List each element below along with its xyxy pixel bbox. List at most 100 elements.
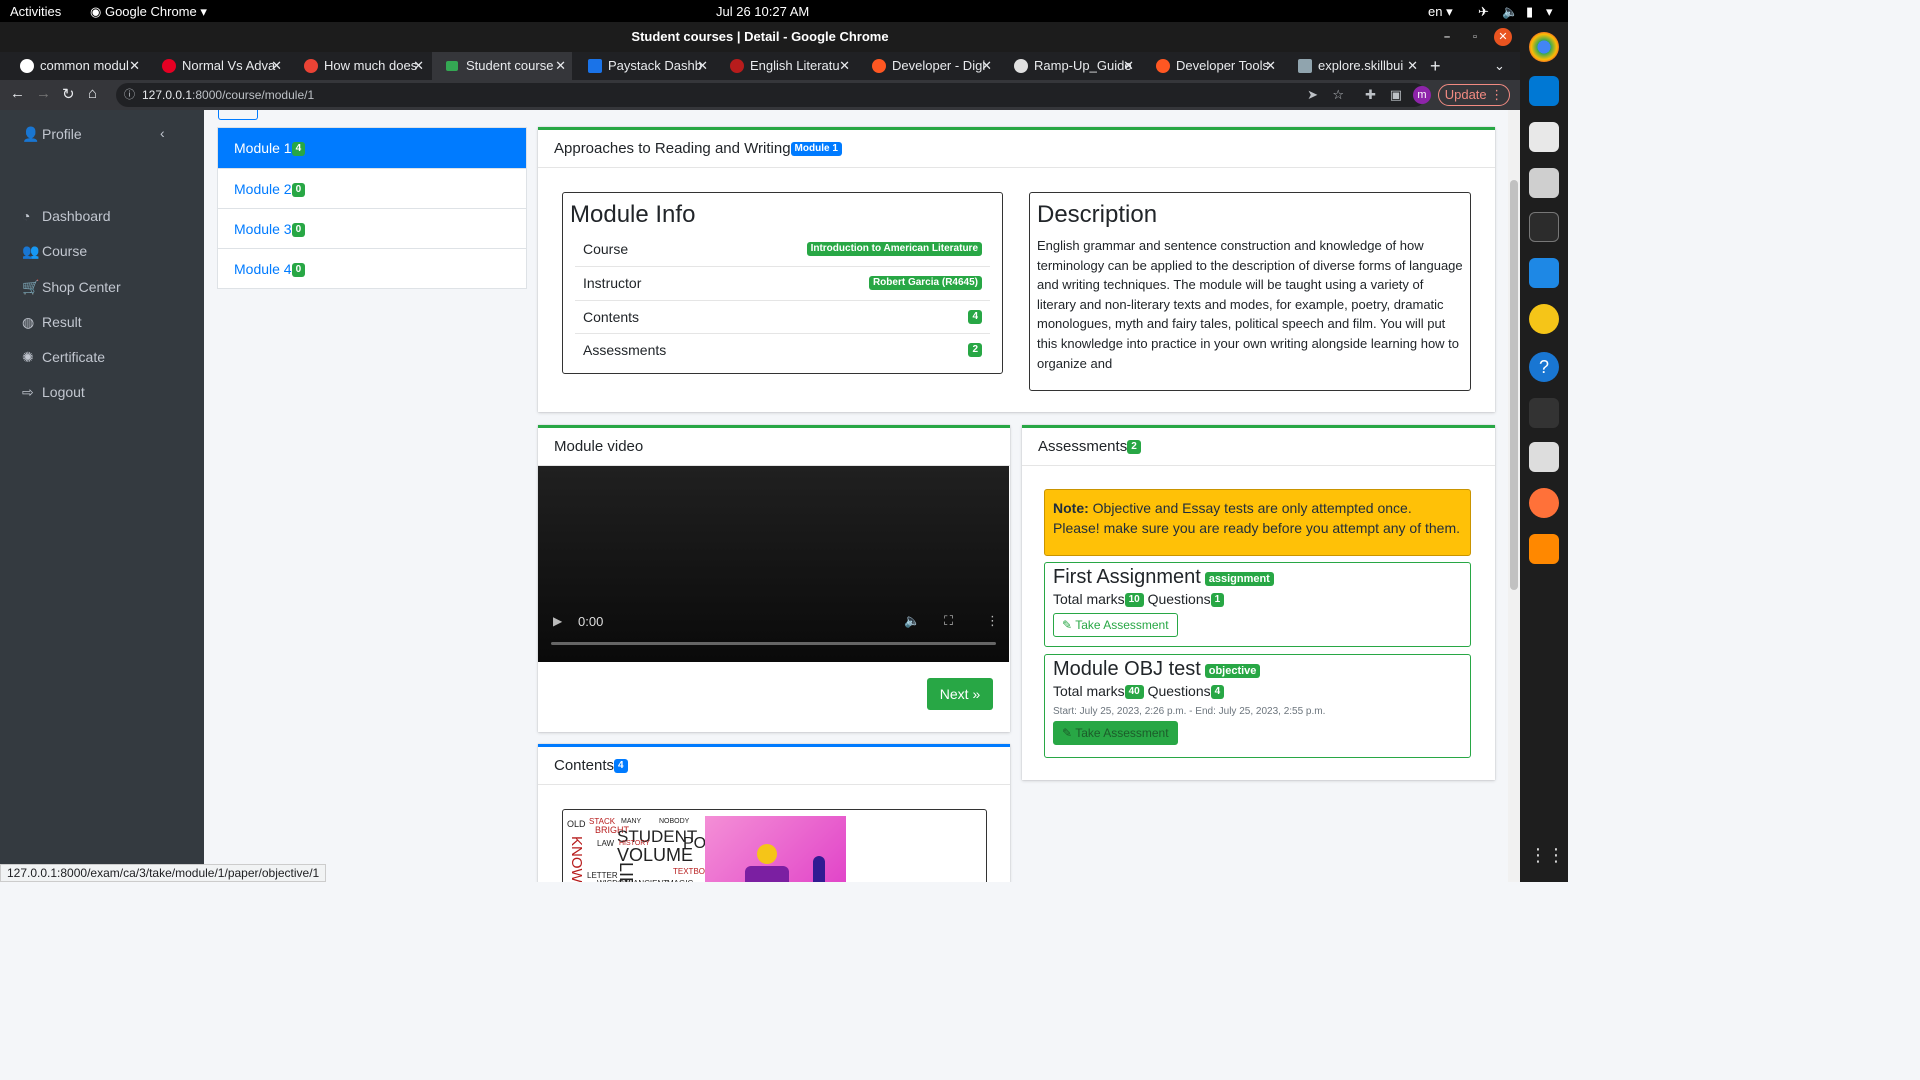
chrome-icon[interactable] <box>1529 32 1559 62</box>
tab-close-icon[interactable]: ✕ <box>697 52 708 80</box>
questions-badge: 1 <box>1210 593 1225 608</box>
system-menu-icon[interactable]: ▾ <box>1546 4 1553 20</box>
tab-close-icon[interactable]: ✕ <box>271 52 282 80</box>
back-button-fragment[interactable] <box>218 110 258 120</box>
tab-close-icon[interactable]: ✕ <box>981 52 992 80</box>
browser-tab[interactable]: explore.skillbui ✕ <box>1284 52 1424 80</box>
tab-close-icon[interactable]: ✕ <box>555 52 566 80</box>
edit-icon: ✎ <box>1062 726 1073 741</box>
tab-close-icon[interactable]: ✕ <box>1407 52 1418 80</box>
video-player[interactable]: ▶ 0:00 🔈 ⛶ ⋮ <box>538 466 1009 662</box>
mute-icon[interactable]: 🔈 <box>904 613 920 629</box>
next-button[interactable]: Next » <box>927 678 993 710</box>
contents-header: Contents 4 <box>538 747 1010 785</box>
back-icon[interactable]: ← <box>10 85 25 102</box>
terminal-icon[interactable] <box>1529 212 1559 242</box>
tab-close-icon[interactable]: ✕ <box>839 52 850 80</box>
sidebar-item-certificate[interactable]: ✺ Certificate <box>22 346 105 368</box>
browser-tab[interactable]: Normal Vs Adva ✕ <box>148 52 288 80</box>
play-icon[interactable]: ▶ <box>553 614 562 628</box>
sidebar-item-result[interactable]: ◍ Result <box>22 311 82 333</box>
browser-tab[interactable]: English Literatu ✕ <box>716 52 856 80</box>
info-row-assessments: Assessments 2 <box>575 333 990 366</box>
firefox-icon[interactable] <box>1529 488 1559 518</box>
tab-close-icon[interactable]: ✕ <box>413 52 424 80</box>
tab-search-icon[interactable]: ⌄ <box>1490 52 1514 80</box>
sidebar-item-logout[interactable]: ⇨ Logout <box>22 381 85 403</box>
book-icon[interactable] <box>1529 442 1559 472</box>
activities-button[interactable]: Activities <box>10 4 61 19</box>
writer-icon[interactable] <box>1529 258 1559 288</box>
side-panel-icon[interactable]: ▣ <box>1390 83 1402 107</box>
browser-tab[interactable]: common modul ✕ <box>6 52 146 80</box>
wordcloud-word: KNOWLEDGE <box>568 836 585 882</box>
penguin-icon[interactable] <box>1529 398 1559 428</box>
browser-tab[interactable]: Developer - Digi ✕ <box>858 52 998 80</box>
assessments-card: Assessments 2 Note: Objective and Essay t… <box>1022 425 1495 780</box>
reading-illustration-image[interactable] <box>705 816 846 882</box>
new-tab-icon[interactable]: + <box>1424 52 1454 80</box>
wordcloud-word: ANCIENT <box>633 880 668 883</box>
files-icon[interactable] <box>1529 168 1559 198</box>
browser-tab[interactable]: Developer Tools ✕ <box>1142 52 1282 80</box>
browser-tab[interactable]: Paystack Dashb ✕ <box>574 52 714 80</box>
illustration-figure <box>745 866 789 882</box>
page-scrollbar[interactable] <box>1508 110 1520 882</box>
profile-avatar[interactable]: m <box>1413 86 1431 104</box>
vscode-icon[interactable] <box>1529 76 1559 106</box>
browser-tab[interactable]: Ramp-Up_Guide ✕ <box>1000 52 1140 80</box>
collapse-chevron-icon[interactable]: ‹ <box>160 125 165 141</box>
module-item-2[interactable]: Module 20 <box>218 168 526 208</box>
library-wordcloud-image[interactable]: STACK MANY NOBODY BRIGHT STUDENT LAW HISTORY VO… <box>567 816 705 882</box>
forward-icon[interactable]: → <box>36 85 51 102</box>
module-count-badge: 0 <box>291 183 306 198</box>
sidebar-item-shop-center[interactable]: 🛒 Shop Center <box>22 276 121 298</box>
favicon-icon <box>20 59 34 73</box>
sidebar-item-profile[interactable]: 👤 Profile <box>22 123 82 145</box>
calendar-icon[interactable] <box>1529 122 1559 152</box>
show-apps-icon[interactable]: ⋮⋮ <box>1529 840 1565 870</box>
browser-toolbar: ← → ↻ ⌂ ⓘ 127.0.0.1:8000/course/module/1… <box>0 80 1520 110</box>
app-sidebar: 👤 Profile ‹ ◔ Dashboard 👥 Course 🛒 Shop Cent… <box>0 110 204 882</box>
home-icon[interactable]: ⌂ <box>88 85 97 102</box>
browser-tab-active[interactable]: Student course ✕ <box>432 52 572 80</box>
module-item-4[interactable]: Module 40 <box>218 248 526 288</box>
video-progress-bar[interactable] <box>551 642 996 645</box>
take-assessment-button[interactable]: ✎ Take Assessment <box>1053 613 1178 638</box>
tab-close-icon[interactable]: ✕ <box>1123 52 1134 80</box>
module-info-box: Module Info Course Introduction to Americ… <box>562 192 1003 374</box>
language-indicator[interactable]: en ▾ <box>1428 4 1453 20</box>
fullscreen-icon[interactable]: ⛶ <box>944 613 953 629</box>
app-menu[interactable]: ◉ Google Chrome ▾ <box>90 4 207 20</box>
site-info-icon[interactable]: ⓘ <box>124 83 135 107</box>
wordcloud-word: WISDOM <box>597 880 631 883</box>
tab-close-icon[interactable]: ✕ <box>129 52 140 80</box>
help-icon[interactable]: ? <box>1529 352 1559 382</box>
rhythmbox-icon[interactable] <box>1529 304 1559 334</box>
description-heading: Description <box>1037 201 1158 228</box>
clock[interactable]: Jul 26 10:27 AM <box>716 4 809 19</box>
update-button[interactable]: Update ⋮ <box>1438 84 1510 106</box>
main-content: Module 14 Module 20 Module 30 Module 40 … <box>204 110 1508 882</box>
video-time: 0:00 <box>578 614 604 629</box>
send-icon[interactable]: ➤ <box>1307 83 1318 107</box>
sidebar-item-course[interactable]: 👥 Course <box>22 240 87 262</box>
more-options-icon[interactable]: ⋮ <box>986 613 999 629</box>
close-icon[interactable]: ✕ <box>1494 28 1512 46</box>
sidebar-item-dashboard[interactable]: ◔ Dashboard <box>22 205 111 227</box>
tab-close-icon[interactable]: ✕ <box>1265 52 1276 80</box>
scrollbar-thumb[interactable] <box>1510 180 1518 590</box>
module-item-3[interactable]: Module 30 <box>218 208 526 248</box>
module-title: Approaches to Reading and Writing <box>554 140 791 157</box>
bookmark-star-icon[interactable]: ☆ <box>1332 83 1344 107</box>
browser-tab[interactable]: How much does ✕ <box>290 52 430 80</box>
extensions-icon[interactable]: ✚ <box>1365 83 1376 107</box>
minimize-icon[interactable]: – <box>1438 28 1456 46</box>
maximize-icon[interactable]: ▫ <box>1466 28 1484 46</box>
module-item-1[interactable]: Module 14 <box>218 128 526 168</box>
wordcloud-word: TEXTBOOK <box>673 867 705 876</box>
take-assessment-button[interactable]: ✎ Take Assessment <box>1053 721 1178 746</box>
vlc-icon[interactable] <box>1529 534 1559 564</box>
address-bar[interactable]: ⓘ 127.0.0.1:8000/course/module/1 ➤ ☆ ✚ ▣ <box>116 83 1426 107</box>
reload-icon[interactable]: ↻ <box>62 85 75 103</box>
